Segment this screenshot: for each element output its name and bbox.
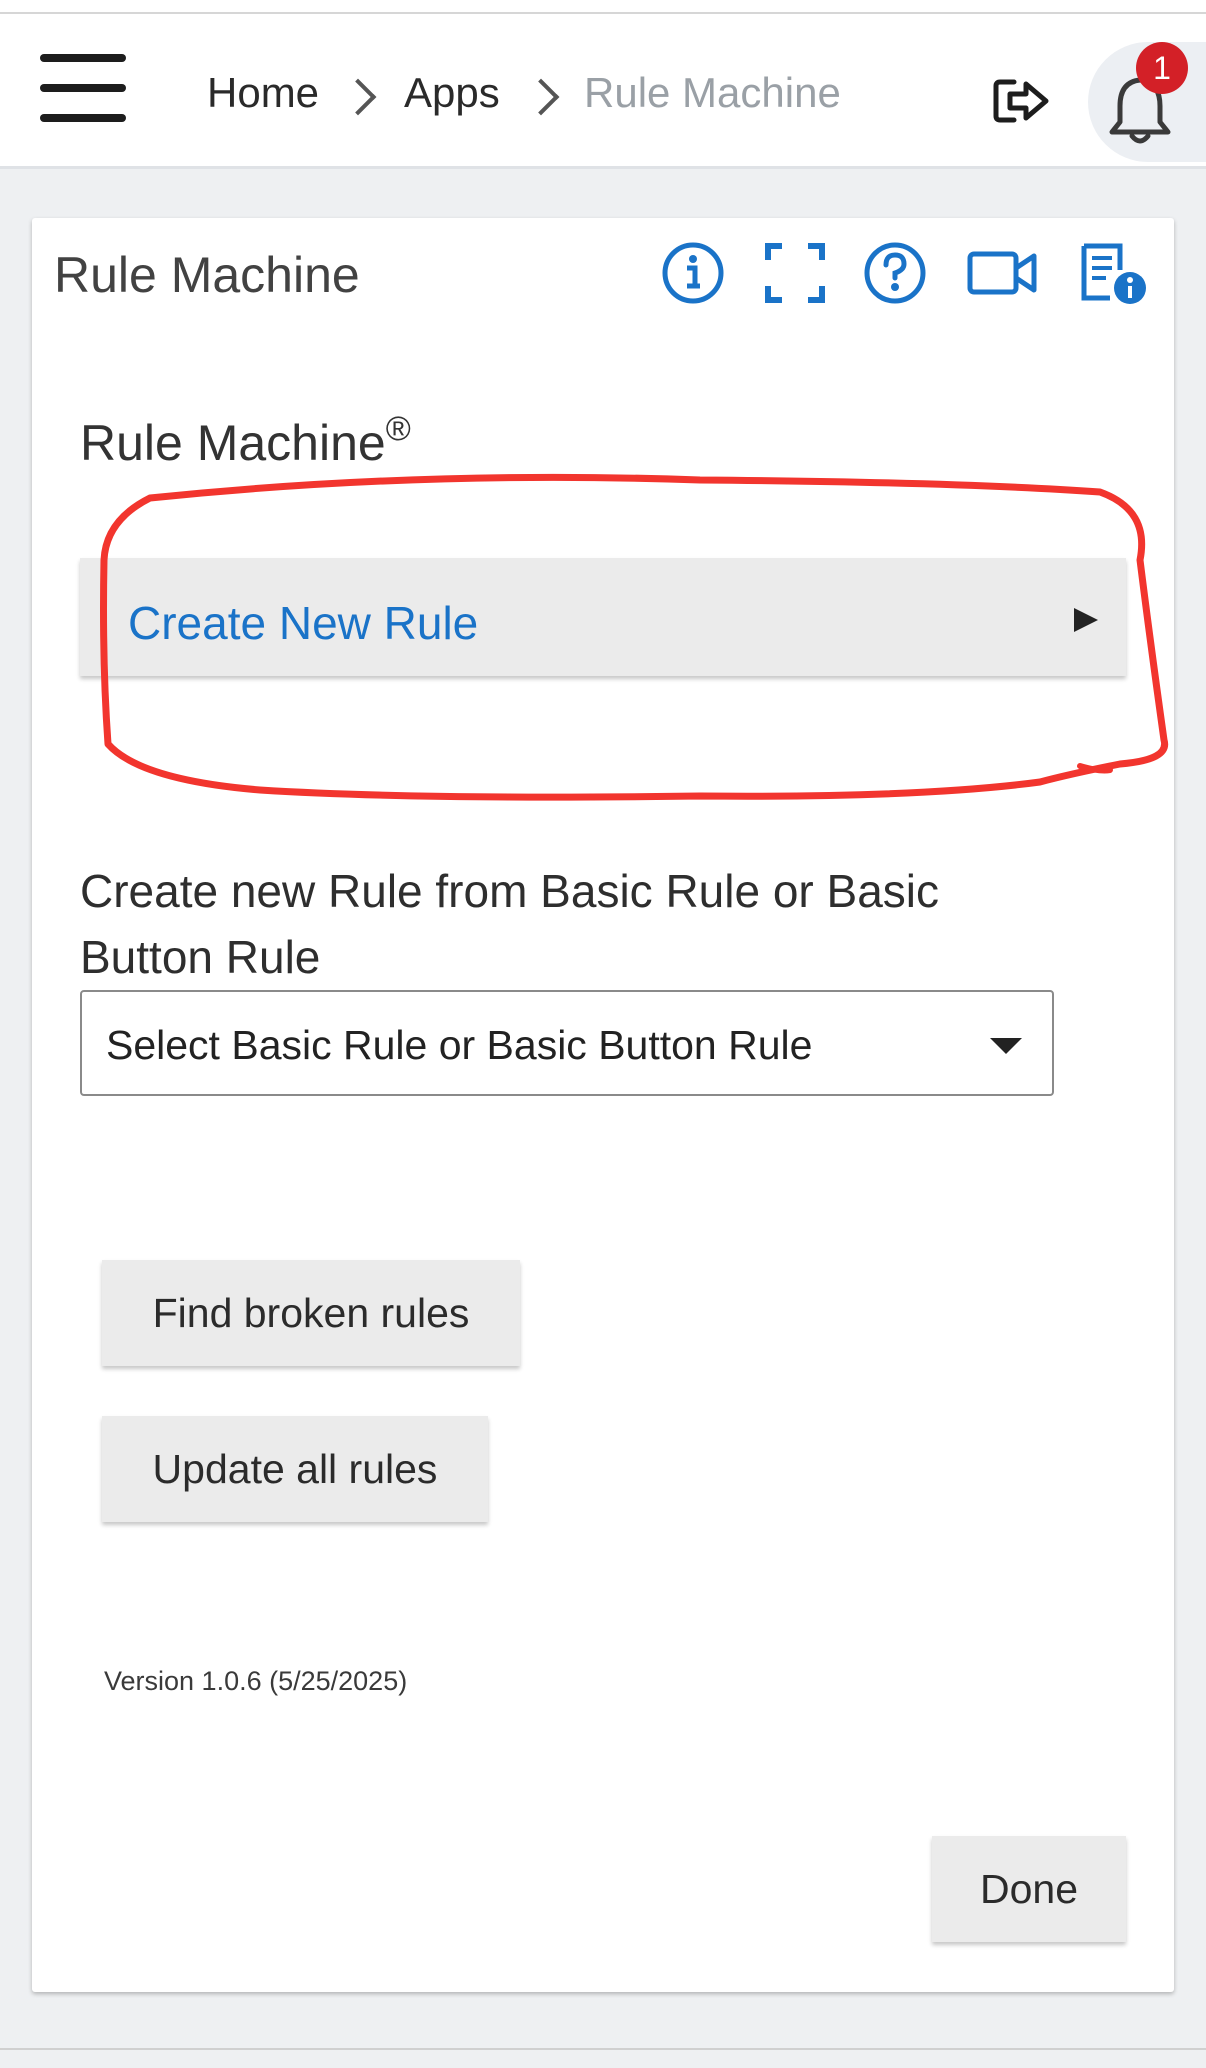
status-strip [0, 0, 1206, 14]
notification-badge: 1 [1136, 42, 1188, 94]
play-arrow-icon [1074, 608, 1098, 632]
chevron-right-icon [339, 78, 377, 116]
update-all-rules-button[interactable]: Update all rules [102, 1416, 488, 1522]
basic-rule-select-value: Select Basic Rule or Basic Button Rule [106, 1022, 813, 1068]
breadcrumb-current: Rule Machine [584, 69, 841, 116]
dropdown-caret-icon [990, 1038, 1022, 1054]
create-new-rule-button[interactable]: Create New Rule [80, 558, 1126, 676]
card-title: Rule Machine [54, 247, 360, 303]
registered-mark: ® [385, 410, 411, 448]
create-new-rule-label: Create New Rule [128, 597, 479, 649]
done-button[interactable]: Done [932, 1836, 1126, 1942]
section-title: Rule Machine® [80, 410, 411, 471]
find-broken-rules-button[interactable]: Find broken rules [102, 1260, 520, 1366]
bottom-divider [0, 2048, 1206, 2050]
basic-rule-label: Create new Rule from Basic Rule or Basic… [80, 865, 939, 983]
basic-rule-select[interactable]: Select Basic Rule or Basic Button Rule [80, 990, 1054, 1096]
video-icon[interactable] [966, 240, 1040, 306]
breadcrumb-apps[interactable]: Apps [404, 72, 500, 114]
help-icon[interactable] [862, 240, 928, 306]
fullscreen-icon[interactable] [762, 240, 828, 306]
app-card: Rule Machine Rule Machine® Create New Ru… [32, 218, 1174, 1992]
top-app-bar: Home Apps Rule Machine 1 [0, 14, 1206, 169]
hamburger-menu-icon[interactable] [40, 54, 126, 122]
notifications-button[interactable]: 1 [1088, 42, 1206, 162]
logout-icon[interactable] [992, 76, 1050, 126]
breadcrumb-home[interactable]: Home [207, 72, 319, 114]
version-text: Version 1.0.6 (5/25/2025) [104, 1666, 408, 1696]
app-info-document-icon[interactable] [1078, 240, 1152, 306]
chevron-right-icon [522, 78, 560, 116]
info-icon[interactable] [660, 240, 726, 306]
